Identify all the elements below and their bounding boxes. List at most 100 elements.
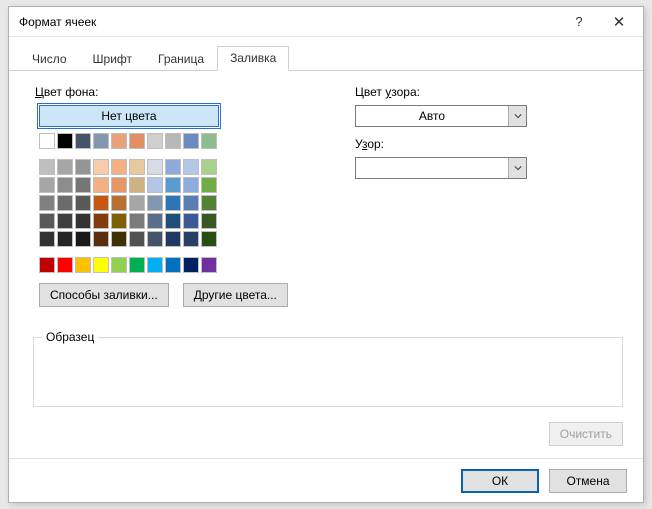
color-swatch[interactable] (165, 213, 181, 229)
color-swatch[interactable] (147, 133, 163, 149)
format-cells-dialog: Формат ячеек ? ✕ Число Шрифт Граница Зал… (8, 6, 644, 503)
tab-border[interactable]: Граница (145, 47, 217, 71)
tab-number[interactable]: Число (19, 47, 80, 71)
fill-buttons-row: Способы заливки... Другие цвета... (39, 283, 325, 307)
tab-fill[interactable]: Заливка (217, 46, 289, 71)
no-color-button[interactable]: Нет цвета (39, 105, 219, 127)
color-swatch[interactable] (147, 231, 163, 247)
color-swatch[interactable] (165, 177, 181, 193)
color-swatch[interactable] (57, 195, 73, 211)
color-swatch[interactable] (93, 195, 109, 211)
color-swatch[interactable] (93, 231, 109, 247)
color-swatch[interactable] (165, 195, 181, 211)
pattern-color-value: Авто (356, 109, 508, 123)
color-swatch[interactable] (129, 213, 145, 229)
color-swatch[interactable] (93, 133, 109, 149)
color-swatch[interactable] (201, 195, 217, 211)
color-swatch[interactable] (39, 257, 55, 273)
color-swatch[interactable] (165, 231, 181, 247)
color-swatch[interactable] (129, 257, 145, 273)
color-swatch[interactable] (39, 195, 55, 211)
color-swatch[interactable] (111, 133, 127, 149)
color-swatch[interactable] (111, 159, 127, 175)
color-swatch[interactable] (75, 231, 91, 247)
color-swatch[interactable] (147, 195, 163, 211)
color-swatch[interactable] (111, 257, 127, 273)
color-swatch[interactable] (201, 213, 217, 229)
color-swatch[interactable] (183, 177, 199, 193)
tab-font[interactable]: Шрифт (80, 47, 145, 71)
color-swatch[interactable] (129, 231, 145, 247)
color-swatch[interactable] (57, 133, 73, 149)
color-swatch[interactable] (147, 177, 163, 193)
color-swatch[interactable] (57, 231, 73, 247)
fill-effects-button[interactable]: Способы заливки... (39, 283, 169, 307)
color-swatch[interactable] (183, 195, 199, 211)
color-swatch[interactable] (93, 159, 109, 175)
color-swatch[interactable] (111, 177, 127, 193)
color-swatch[interactable] (165, 257, 181, 273)
dialog-footer: ОК Отмена (9, 458, 643, 502)
color-swatch[interactable] (201, 133, 217, 149)
color-swatch[interactable] (201, 177, 217, 193)
tabstrip: Число Шрифт Граница Заливка (9, 37, 643, 71)
titlebar: Формат ячеек ? ✕ (9, 7, 643, 37)
color-swatch[interactable] (39, 177, 55, 193)
color-swatch[interactable] (147, 257, 163, 273)
color-swatch[interactable] (39, 213, 55, 229)
color-swatch[interactable] (93, 257, 109, 273)
color-swatch[interactable] (129, 177, 145, 193)
color-swatch[interactable] (93, 213, 109, 229)
color-swatch[interactable] (201, 257, 217, 273)
color-swatch[interactable] (57, 177, 73, 193)
color-swatch[interactable] (129, 159, 145, 175)
color-swatch[interactable] (75, 257, 91, 273)
pattern-label: Узор: (355, 137, 625, 151)
color-swatch[interactable] (201, 159, 217, 175)
pattern-color-label: Цвет узора: (355, 85, 625, 99)
color-swatch[interactable] (111, 195, 127, 211)
sample-label: Образец (42, 330, 98, 344)
pattern-color-combo[interactable]: Авто (355, 105, 527, 127)
color-swatch[interactable] (129, 133, 145, 149)
color-swatch[interactable] (183, 257, 199, 273)
color-swatch[interactable] (57, 213, 73, 229)
color-swatch[interactable] (183, 213, 199, 229)
clear-button: Очистить (549, 422, 623, 446)
bg-color-label: Цвет фона: (35, 85, 325, 99)
pattern-combo[interactable] (355, 157, 527, 179)
more-colors-button[interactable]: Другие цвета... (183, 283, 288, 307)
color-swatch[interactable] (75, 159, 91, 175)
color-swatch[interactable] (57, 159, 73, 175)
color-swatch[interactable] (183, 231, 199, 247)
color-swatch[interactable] (129, 195, 145, 211)
right-column: Цвет узора: Авто Узор: (355, 81, 625, 307)
clear-area: Очистить (549, 422, 623, 446)
close-button[interactable]: ✕ (599, 8, 639, 36)
color-swatch[interactable] (75, 133, 91, 149)
dialog-title: Формат ячеек (19, 15, 559, 29)
left-column: Цвет фона: Нет цвета Способы заливки... … (35, 81, 325, 307)
color-swatch[interactable] (165, 133, 181, 149)
color-swatch[interactable] (201, 231, 217, 247)
color-swatch[interactable] (165, 159, 181, 175)
ok-button[interactable]: ОК (461, 469, 539, 493)
sample-groupbox: Образец (33, 337, 623, 407)
color-swatch[interactable] (147, 213, 163, 229)
color-swatch[interactable] (183, 159, 199, 175)
help-button[interactable]: ? (559, 8, 599, 36)
cancel-button[interactable]: Отмена (549, 469, 627, 493)
chevron-down-icon (508, 158, 526, 178)
color-swatch[interactable] (75, 195, 91, 211)
color-swatch[interactable] (75, 213, 91, 229)
color-swatch[interactable] (57, 257, 73, 273)
color-swatch[interactable] (75, 177, 91, 193)
color-swatch[interactable] (39, 159, 55, 175)
color-swatch[interactable] (183, 133, 199, 149)
color-swatch[interactable] (93, 177, 109, 193)
color-swatch[interactable] (147, 159, 163, 175)
color-swatch[interactable] (39, 231, 55, 247)
color-swatch[interactable] (39, 133, 55, 149)
color-swatch[interactable] (111, 231, 127, 247)
color-swatch[interactable] (111, 213, 127, 229)
